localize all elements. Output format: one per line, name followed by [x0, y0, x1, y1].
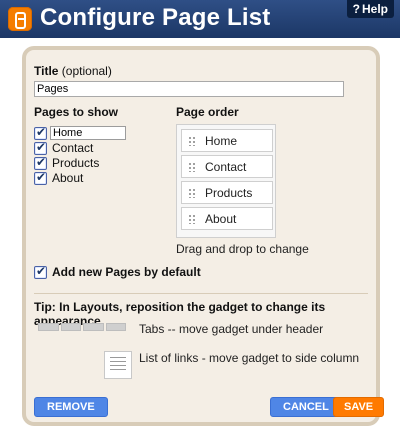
tabs-icon — [38, 323, 126, 331]
page-checkbox-contact[interactable] — [34, 140, 47, 155]
page-title: Configure Page List — [40, 4, 271, 31]
page-checkbox-home[interactable] — [34, 125, 47, 140]
remove-button[interactable]: REMOVE — [34, 397, 108, 417]
configure-panel: Title (optional) Pages to show Page orde… — [22, 46, 385, 426]
page-order-item-home[interactable]: Home — [181, 129, 273, 152]
page-order-item-products[interactable]: Products — [181, 181, 273, 204]
title-field-label: Title (optional) — [34, 64, 112, 78]
title-optional-text: (optional) — [61, 64, 112, 78]
list-layout-text: List of links - move gadget to side colu… — [139, 351, 360, 365]
page-home-input[interactable]: Home — [50, 126, 126, 140]
drag-handle-icon[interactable] — [188, 213, 196, 224]
list-icon — [104, 351, 132, 379]
add-new-pages-label: Add new Pages by default — [52, 265, 201, 279]
page-order-item-about[interactable]: About — [181, 207, 273, 230]
drag-handle-icon[interactable] — [188, 135, 196, 146]
page-about-label: About — [52, 171, 84, 185]
blogger-logo-icon — [8, 7, 32, 31]
add-new-pages-checkbox[interactable] — [34, 264, 47, 279]
section-divider — [34, 293, 368, 294]
help-button[interactable]: ? Help — [346, 0, 394, 18]
add-new-pages-option: Add new Pages by default — [34, 264, 201, 279]
save-button[interactable]: SAVE — [333, 397, 385, 417]
page-order-item-contact[interactable]: Contact — [181, 155, 273, 178]
page-checkbox-products[interactable] — [34, 155, 47, 170]
page-contact-label: Contact — [52, 141, 94, 155]
page-products-label: Products — [52, 156, 100, 170]
page-checkbox-contact-row: Contact — [34, 140, 94, 155]
page-order-label: Products — [205, 185, 253, 200]
title-label-text: Title — [34, 64, 59, 78]
page-order-label: About — [205, 211, 237, 226]
page-checkbox-home-row: Home — [34, 125, 126, 140]
tabs-layout-text: Tabs -- move gadget under header — [139, 322, 324, 336]
pages-to-show-heading: Pages to show — [34, 105, 119, 119]
page-order-list: Home Contact Products About — [176, 124, 276, 238]
drag-drop-note: Drag and drop to change — [176, 242, 309, 256]
page-checkbox-products-row: Products — [34, 155, 100, 170]
page-order-label: Contact — [205, 159, 247, 174]
cancel-button[interactable]: CANCEL — [270, 397, 342, 417]
page-order-heading: Page order — [176, 105, 239, 119]
drag-handle-icon[interactable] — [188, 161, 196, 172]
drag-handle-icon[interactable] — [188, 187, 196, 198]
page-checkbox-about-row: About — [34, 170, 84, 185]
header: Configure Page List ? Help — [0, 0, 400, 38]
title-input[interactable] — [34, 81, 344, 97]
help-label: Help — [361, 2, 388, 16]
page-checkbox-about[interactable] — [34, 170, 47, 185]
page-order-label: Home — [205, 133, 238, 148]
help-icon: ? — [352, 2, 360, 16]
